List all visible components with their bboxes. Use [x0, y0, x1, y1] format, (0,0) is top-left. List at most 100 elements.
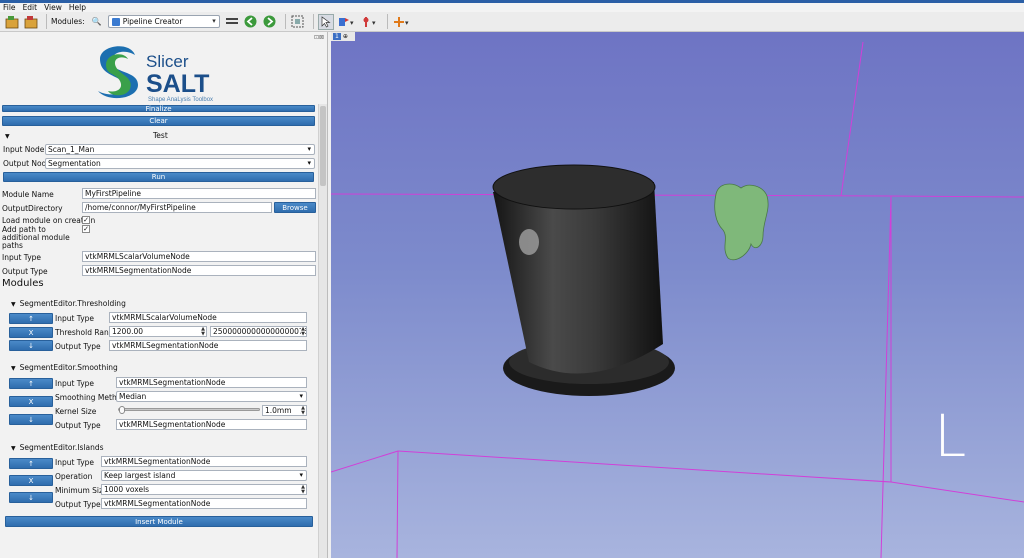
- smoothing-input-type-input[interactable]: vtkMRMLSegmentationNode: [116, 377, 307, 388]
- browse-button[interactable]: Browse: [274, 202, 316, 213]
- volume-bright-spot: [519, 229, 539, 255]
- minimum-size-input[interactable]: 1000 voxels ▲ ▼: [101, 484, 307, 495]
- collapse-arrow-icon: ▼: [11, 365, 16, 372]
- output-type-input[interactable]: vtkMRMLSegmentationNode: [82, 265, 316, 276]
- islands-input-type-label: Input Type: [55, 458, 95, 467]
- bounding-box: [331, 41, 1024, 558]
- input-node-value: Scan_1_Man: [48, 145, 95, 154]
- menubar: File Edit View Help: [0, 3, 1024, 12]
- islands-input-type-input[interactable]: vtkMRMLSegmentationNode: [101, 456, 307, 467]
- operation-select[interactable]: Keep largest island ▾: [101, 470, 307, 481]
- kernel-size-slider[interactable]: [118, 406, 260, 414]
- orientation-marker: L: [934, 402, 967, 470]
- crosshair-icon[interactable]: ▾: [392, 14, 412, 30]
- clear-button[interactable]: Clear: [2, 116, 315, 126]
- slider-handle[interactable]: [119, 406, 125, 414]
- islands-remove-button[interactable]: X: [9, 475, 53, 486]
- menu-file[interactable]: File: [3, 3, 16, 12]
- chevron-down-icon: ▾: [307, 145, 311, 153]
- scrollbar-thumb[interactable]: [320, 106, 326, 186]
- spinner-icon[interactable]: ▲ ▼: [301, 485, 305, 494]
- smoothing-remove-button[interactable]: X: [9, 396, 53, 407]
- insert-module-button[interactable]: Insert Module: [5, 516, 313, 527]
- thresholding-input-type-input[interactable]: vtkMRMLScalarVolumeNode: [109, 312, 307, 323]
- 3d-view[interactable]: 1 ⊕ L: [331, 32, 1024, 558]
- threshold-max-input[interactable]: 2500000000000000007594 ▲▼: [210, 326, 307, 337]
- pointer-icon[interactable]: [317, 13, 334, 30]
- load-module-checkbox[interactable]: ✓: [82, 216, 90, 224]
- place-markup-icon[interactable]: ▾: [360, 14, 380, 30]
- output-node-select[interactable]: Segmentation ▾: [45, 158, 315, 169]
- main-toolbar: Modules: 🔍 Pipeline Creator ▾ ▾ ▾ ▾: [0, 12, 1024, 32]
- spinner-icon[interactable]: ▲ ▼: [301, 327, 305, 336]
- thresholding-input-type-label: Input Type: [55, 314, 95, 323]
- toolbar-separator: [312, 14, 314, 29]
- module-list-icon[interactable]: [224, 14, 240, 30]
- module-selector[interactable]: Pipeline Creator ▾: [107, 15, 220, 28]
- collapse-arrow-icon: ▼: [11, 301, 16, 308]
- volume-cylinder: [493, 182, 663, 374]
- menu-view[interactable]: View: [44, 3, 62, 12]
- test-section-header[interactable]: ▼ Test: [5, 131, 315, 140]
- slicer-salt-logo: Slicer SALT Shape AnaLysis Toolbox: [98, 46, 213, 103]
- load-data-icon[interactable]: [4, 14, 20, 30]
- collapse-arrow-icon: ▼: [5, 133, 10, 140]
- menu-edit[interactable]: Edit: [23, 3, 38, 12]
- smoothing-move-down-button[interactable]: ↓: [9, 414, 53, 425]
- logo-text-salt: SALT: [146, 70, 209, 98]
- panel-dock-icons[interactable]: ⊡⊠: [314, 34, 324, 41]
- chevron-down-icon: ▾: [307, 159, 311, 167]
- add-path-label: Add path to additional module paths: [2, 226, 70, 250]
- chevron-down-icon: ▾: [299, 392, 303, 400]
- add-path-checkbox[interactable]: ✓: [82, 225, 90, 233]
- thresholding-output-type-label: Output Type: [55, 342, 101, 351]
- thresholding-section-header[interactable]: ▼ SegmentEditor.Thresholding: [11, 299, 126, 308]
- kernel-size-label: Kernel Size: [55, 407, 97, 416]
- islands-output-type-input[interactable]: vtkMRMLSegmentationNode: [101, 498, 307, 509]
- output-directory-input[interactable]: /home/connor/MyFirstPipeline: [82, 202, 272, 213]
- thresholding-move-up-button[interactable]: ↑: [9, 313, 53, 324]
- operation-label: Operation: [55, 472, 93, 481]
- back-arrow-icon[interactable]: [243, 14, 259, 30]
- fiducial-icon[interactable]: ▾: [337, 14, 357, 30]
- smoothing-method-select[interactable]: Median ▾: [116, 391, 307, 402]
- input-type-input[interactable]: vtkMRMLScalarVolumeNode: [82, 251, 316, 262]
- save-data-icon[interactable]: [23, 14, 39, 30]
- threshold-max-value: 2500000000000000007594: [213, 327, 306, 336]
- spinner-icon[interactable]: ▲ ▼: [201, 327, 205, 336]
- chevron-down-icon: ▾: [299, 471, 303, 479]
- islands-move-up-button[interactable]: ↑: [9, 458, 53, 469]
- smoothing-output-type-input[interactable]: vtkMRMLSegmentationNode: [116, 419, 307, 430]
- menu-help[interactable]: Help: [69, 3, 86, 12]
- threshold-min-input[interactable]: 1200.00 ▲ ▼: [109, 326, 207, 337]
- input-node-select[interactable]: Scan_1_Man ▾: [45, 144, 315, 155]
- kernel-size-input[interactable]: 1.0mm ▲ ▼: [262, 405, 307, 416]
- smoothing-section-header[interactable]: ▼ SegmentEditor.Smoothing: [11, 363, 118, 372]
- smoothing-title: SegmentEditor.Smoothing: [19, 363, 118, 372]
- minimum-size-value: 1000 voxels: [104, 485, 150, 494]
- toolbar-separator: [284, 14, 286, 29]
- module-name-input[interactable]: MyFirstPipeline: [82, 188, 316, 199]
- smoothing-input-type-label: Input Type: [55, 379, 95, 388]
- islands-section-header[interactable]: ▼ SegmentEditor.Islands: [11, 443, 104, 452]
- thresholding-output-type-input[interactable]: vtkMRMLSegmentationNode: [109, 340, 307, 351]
- collapse-arrow-icon: ▼: [11, 445, 16, 452]
- smoothing-move-up-button[interactable]: ↑: [9, 378, 53, 389]
- islands-move-down-button[interactable]: ↓: [9, 492, 53, 503]
- spinner-icon[interactable]: ▲ ▼: [301, 406, 305, 415]
- finalize-button[interactable]: Finalize: [2, 105, 315, 113]
- module-search-icon[interactable]: 🔍: [89, 14, 105, 30]
- module-panel: ⊡⊠ Slicer SALT Shape AnaLysis Toolbox Fi…: [0, 32, 328, 558]
- thresholding-remove-button[interactable]: X: [9, 327, 53, 338]
- thresholding-title: SegmentEditor.Thresholding: [19, 299, 126, 308]
- smoothing-method-value: Median: [119, 392, 147, 401]
- output-node-value: Segmentation: [48, 159, 101, 168]
- panel-scrollbar[interactable]: [318, 104, 327, 558]
- run-button[interactable]: Run: [3, 172, 314, 182]
- toolbar-separator: [46, 14, 47, 29]
- forward-arrow-icon[interactable]: [262, 14, 278, 30]
- module-name-label: Module Name: [2, 190, 54, 199]
- module-icon: [111, 17, 120, 26]
- screenshot-icon[interactable]: [290, 14, 306, 30]
- thresholding-move-down-button[interactable]: ↓: [9, 340, 53, 351]
